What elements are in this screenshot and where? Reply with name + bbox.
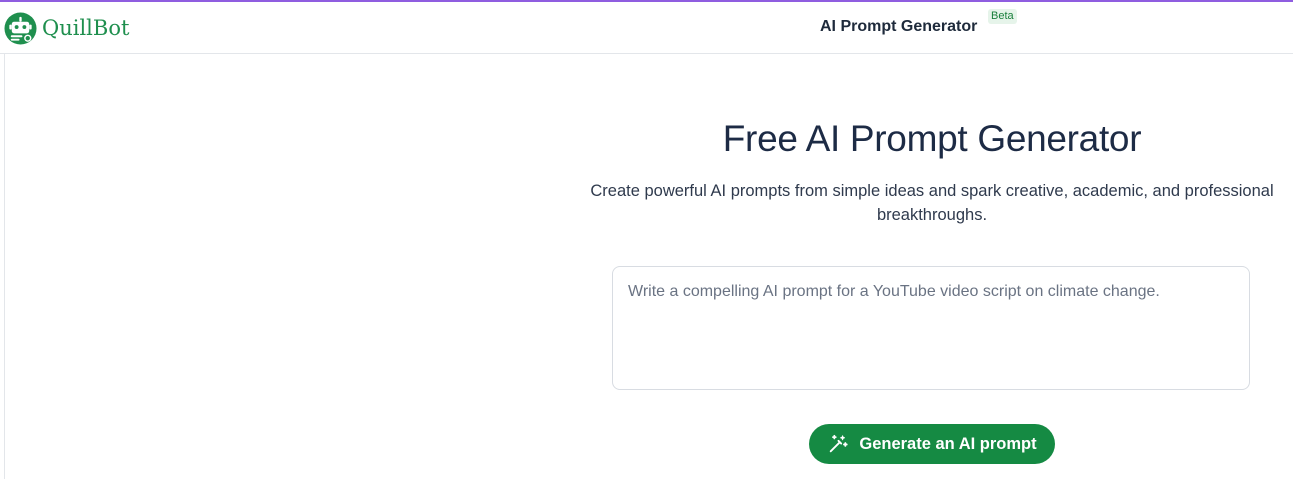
app-title: AI Prompt Generator (820, 18, 978, 35)
beta-badge: Beta (988, 9, 1017, 24)
page-subtitle: Create powerful AI prompts from simple i… (590, 182, 1274, 224)
generate-prompt-button[interactable]: Generate an AI prompt (809, 424, 1055, 464)
magic-wand-icon (830, 434, 848, 453)
quillbot-logo-icon (4, 11, 37, 45)
left-panel-divider (4, 54, 5, 479)
logo-wordmark: QuillBot (42, 16, 130, 40)
page-title: Free AI Prompt Generator (722, 118, 1142, 159)
prompt-input[interactable] (612, 266, 1250, 390)
app-header: QuillBot AI Prompt Generator Beta (0, 2, 1293, 54)
quillbot-logo[interactable]: QuillBot (4, 11, 129, 45)
generate-button-label: Generate an AI prompt (859, 434, 1037, 453)
